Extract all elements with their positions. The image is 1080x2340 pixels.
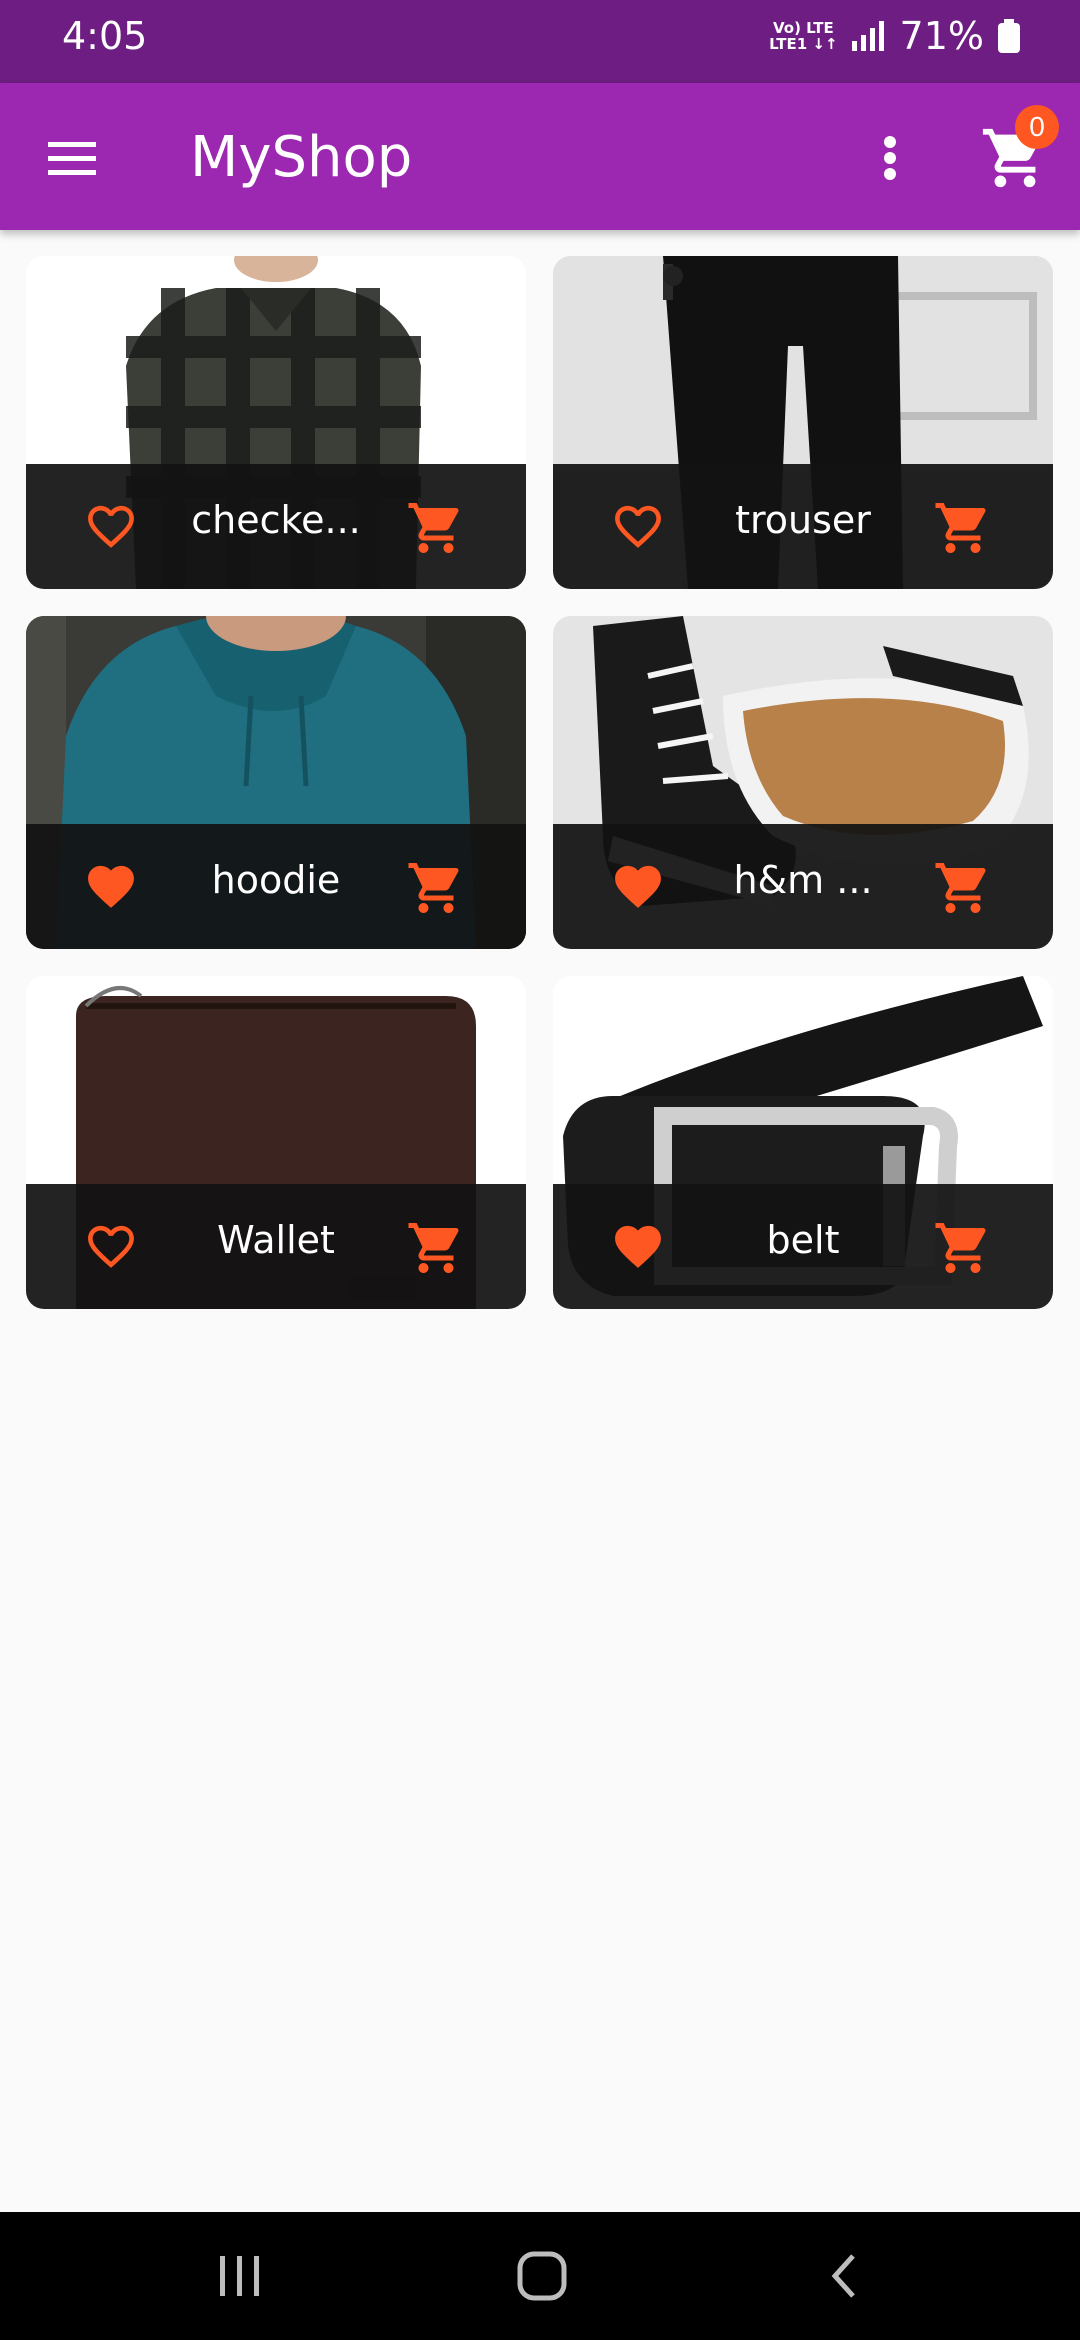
battery-icon xyxy=(998,19,1020,53)
status-icons: Vo) LTE LTE1 ↓↑ 71% xyxy=(769,14,1020,58)
network-indicator: Vo) LTE LTE1 ↓↑ xyxy=(769,20,837,52)
back-icon[interactable] xyxy=(815,2246,875,2306)
add-to-cart-icon[interactable] xyxy=(406,858,466,918)
add-to-cart-icon[interactable] xyxy=(933,1218,993,1278)
card-footer: Wallet xyxy=(26,1184,526,1309)
product-card[interactable]: checke... xyxy=(26,256,526,589)
product-card[interactable]: h&m ... xyxy=(553,616,1053,949)
network-top-label: Vo) LTE xyxy=(772,19,834,37)
favorite-outline-icon[interactable] xyxy=(81,1219,141,1274)
app-bar: MyShop 0 xyxy=(0,83,1080,230)
app-title: MyShop xyxy=(190,125,413,190)
cart-count-badge: 0 xyxy=(1015,105,1059,149)
favorite-filled-icon[interactable] xyxy=(608,1219,668,1274)
network-bottom-label: LTE1 ↓↑ xyxy=(769,35,838,53)
card-footer: belt xyxy=(553,1184,1053,1309)
more-options-icon[interactable] xyxy=(870,128,910,188)
product-label: belt xyxy=(766,1218,840,1262)
product-label: Wallet xyxy=(217,1218,335,1262)
favorite-outline-icon[interactable] xyxy=(608,499,668,554)
favorite-filled-icon[interactable] xyxy=(81,859,141,914)
card-footer: trouser xyxy=(553,464,1053,589)
home-icon[interactable] xyxy=(512,2246,572,2306)
product-card[interactable]: hoodie xyxy=(26,616,526,949)
favorite-filled-icon[interactable] xyxy=(608,859,668,914)
recent-apps-icon[interactable] xyxy=(210,2246,270,2306)
battery-percent: 71% xyxy=(899,14,984,58)
favorite-outline-icon[interactable] xyxy=(81,499,141,554)
add-to-cart-icon[interactable] xyxy=(406,498,466,558)
add-to-cart-icon[interactable] xyxy=(933,858,993,918)
card-footer: checke... xyxy=(26,464,526,589)
product-label: h&m ... xyxy=(733,858,873,902)
product-label: trouser xyxy=(735,498,871,542)
card-footer: h&m ... xyxy=(553,824,1053,949)
product-label: checke... xyxy=(191,498,361,542)
system-navigation-bar xyxy=(0,2212,1080,2340)
menu-icon[interactable] xyxy=(42,128,102,188)
status-bar: 4:05 Vo) LTE LTE1 ↓↑ 71% xyxy=(0,0,1080,83)
product-card[interactable]: Wallet xyxy=(26,976,526,1309)
signal-icon xyxy=(851,21,884,51)
product-label: hoodie xyxy=(211,858,341,902)
add-to-cart-icon[interactable] xyxy=(933,498,993,558)
product-card[interactable]: belt xyxy=(553,976,1053,1309)
product-card[interactable]: trouser xyxy=(553,256,1053,589)
card-footer: hoodie xyxy=(26,824,526,949)
status-time: 4:05 xyxy=(62,14,148,58)
add-to-cart-icon[interactable] xyxy=(406,1218,466,1278)
